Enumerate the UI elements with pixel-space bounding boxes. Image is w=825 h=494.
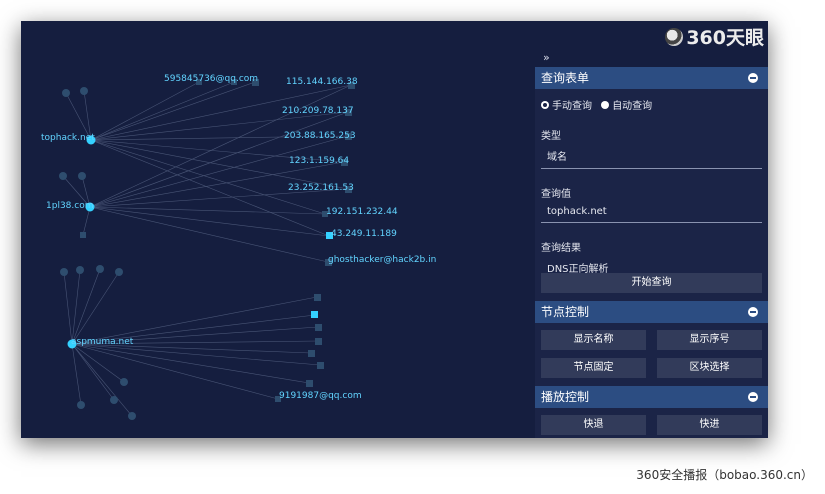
graph-edge: [71, 343, 321, 366]
node-label-email[interactable]: 9191987@qq.com: [279, 391, 362, 401]
node-label-ip[interactable]: 192.151.232.44: [326, 207, 398, 217]
block-select-button[interactable]: 区块选择: [657, 358, 762, 378]
forward-button[interactable]: 快进: [657, 415, 762, 435]
graph-edge: [90, 139, 326, 215]
graph-node-circle[interactable]: [110, 396, 118, 404]
graph-canvas[interactable]: tophack.net 1pl38.com aspmuma.net 595845…: [21, 21, 535, 438]
show-index-button[interactable]: 显示序号: [657, 330, 762, 350]
graph-node-square[interactable]: [80, 232, 86, 238]
graph-node-square[interactable]: [306, 380, 313, 387]
graph-node-circle[interactable]: [115, 268, 123, 276]
section-title: 查询表单: [541, 71, 590, 85]
graph-node-circle[interactable]: [78, 172, 86, 180]
graph-node-square[interactable]: [317, 362, 324, 369]
node-label-domain[interactable]: aspmuma.net: [71, 337, 133, 347]
query-form-header[interactable]: 查询表单: [535, 67, 768, 89]
watermark-caption: 360安全播报（bobao.360.cn）: [636, 468, 813, 482]
graph-node-circle[interactable]: [80, 87, 88, 95]
collapse-section-icon[interactable]: [748, 307, 758, 317]
node-control-header[interactable]: 节点控制: [535, 301, 768, 323]
node-label-ip[interactable]: 123.1.159.64: [289, 156, 349, 166]
start-query-button[interactable]: 开始查询: [541, 273, 762, 293]
graph-edge: [71, 343, 279, 400]
graph-node-circle[interactable]: [60, 268, 68, 276]
graph-node-square[interactable]: [311, 311, 318, 318]
rewind-button[interactable]: 快退: [541, 415, 646, 435]
graph-node-circle[interactable]: [59, 172, 67, 180]
node-label-email[interactable]: ghosthacker@hack2b.in: [328, 255, 436, 265]
graph-edge: [90, 81, 200, 141]
graph-node-circle[interactable]: [96, 265, 104, 273]
section-title: 播放控制: [541, 390, 590, 404]
section-title: 节点控制: [541, 305, 590, 319]
graph-edge: [63, 271, 73, 345]
eye-logo-icon: [665, 27, 684, 46]
graph-edge: [71, 271, 120, 345]
radio-label: 手动查询: [552, 101, 592, 112]
show-name-button[interactable]: 显示名称: [541, 330, 646, 350]
graph-node-square[interactable]: [315, 324, 322, 331]
radio-label: 自动查询: [612, 101, 653, 112]
graph-node-circle[interactable]: [128, 412, 136, 420]
collapse-panel-icon[interactable]: »: [543, 51, 550, 64]
graph-node-circle[interactable]: [77, 401, 85, 409]
fix-node-button[interactable]: 节点固定: [541, 358, 646, 378]
node-label-domain[interactable]: tophack.net: [41, 133, 95, 143]
graph-edge: [71, 343, 125, 383]
query-mode-group: 手动查询 自动查询: [535, 89, 768, 115]
graph-node-square[interactable]: [315, 338, 322, 345]
radio-manual[interactable]: 手动查询: [541, 97, 592, 112]
query-result-label: 查询结果: [541, 243, 581, 254]
node-label-domain[interactable]: 1pl38.com: [46, 201, 93, 211]
node-label-ip[interactable]: 115.144.166.38: [286, 77, 358, 87]
play-control-header[interactable]: 播放控制: [535, 386, 768, 408]
graph-edge: [71, 343, 310, 384]
graph-edge: [90, 81, 235, 141]
type-select[interactable]: 域名: [541, 148, 762, 169]
graph-node-square[interactable]: [308, 350, 315, 357]
query-value-label: 查询值: [541, 189, 571, 200]
node-label-ip[interactable]: 210.209.78.137: [282, 106, 354, 116]
graph-svg: [59, 79, 355, 420]
radio-auto[interactable]: 自动查询: [601, 97, 652, 112]
logo-text: 360天眼: [686, 27, 764, 49]
radio-selected-icon: [541, 100, 549, 109]
type-label: 类型: [541, 131, 561, 142]
node-label-email[interactable]: 595845736@qq.com: [164, 74, 258, 84]
collapse-section-icon[interactable]: [748, 392, 758, 402]
brand-logo: 360天眼: [665, 23, 764, 50]
radio-unselected-icon: [601, 100, 610, 109]
node-label-ip[interactable]: 203.88.165.253: [284, 131, 356, 141]
graph-node-square[interactable]: [314, 294, 321, 301]
graph-edge: [89, 206, 329, 263]
app-window: tophack.net 1pl38.com aspmuma.net 595845…: [21, 21, 768, 438]
node-label-ip[interactable]: 43.249.11.189: [331, 229, 397, 239]
collapse-section-icon[interactable]: [748, 73, 758, 83]
control-panel: 查询表单 手动查询 自动查询 类型 域名 查询值 tophack.net 查询结…: [535, 67, 768, 438]
graph-edge: [89, 206, 326, 215]
graph-node-circle[interactable]: [62, 89, 70, 97]
graph-node-circle[interactable]: [120, 378, 128, 386]
graph-edge: [71, 343, 115, 401]
graph-node-circle[interactable]: [76, 266, 84, 274]
node-label-ip[interactable]: 23.252.161.53: [288, 183, 354, 193]
query-value-input[interactable]: tophack.net: [541, 206, 762, 223]
